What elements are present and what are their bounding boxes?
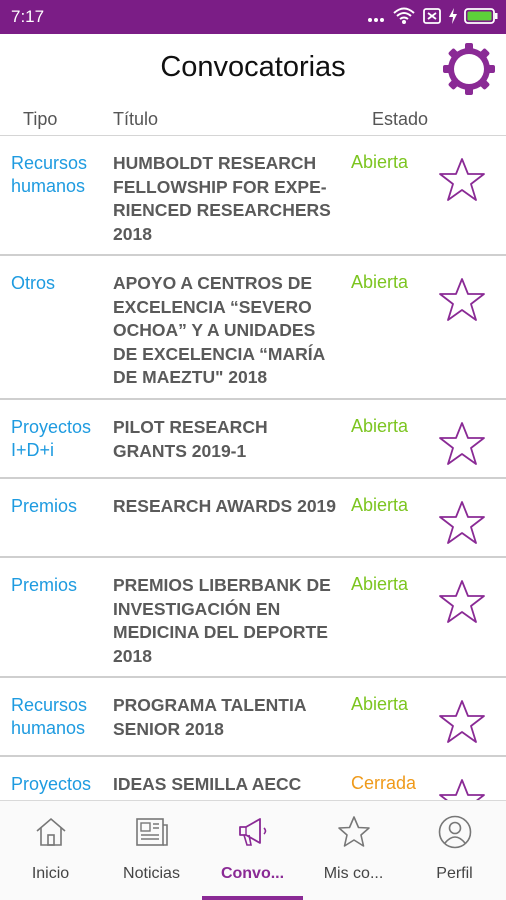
favorite-star-icon[interactable]	[437, 698, 487, 746]
column-titulo: Título	[113, 109, 159, 129]
tab-convocatorias[interactable]: Convo...	[202, 801, 303, 900]
item-tipo: Recursos humanos	[11, 695, 88, 738]
tab-perfil[interactable]: Perfil	[404, 801, 505, 900]
item-titulo: IDEAS SEMILLA AECC	[113, 774, 302, 794]
status-icons	[366, 6, 498, 31]
favorite-star-icon[interactable]	[437, 276, 487, 324]
item-tipo: Recursos humanos	[11, 153, 88, 196]
list-item[interactable]: Proyectos I+D+i PILOT RESEARCH GRANTS 20…	[0, 400, 506, 479]
item-tipo: Proyectos I+D+i	[11, 417, 92, 460]
status-bar: 7:17	[0, 0, 506, 34]
user-icon	[437, 814, 473, 850]
tab-label: Perfil	[436, 865, 473, 882]
sim-blocked-icon	[422, 6, 442, 31]
item-estado: Abierta	[351, 574, 409, 594]
item-tipo: Premios	[11, 575, 78, 595]
item-titulo: RESEARCH AWARDS 2019	[113, 496, 337, 516]
bottom-tab-bar: Inicio Noticias Convo... Mis co... Perfi…	[0, 800, 506, 900]
star-icon	[336, 814, 372, 850]
item-estado: Abierta	[351, 495, 409, 515]
active-tab-indicator	[202, 896, 303, 900]
item-titulo: PILOT RESEARCH GRANTS 2019-1	[113, 417, 268, 461]
item-estado: Abierta	[351, 272, 409, 292]
column-estado: Estado	[372, 109, 429, 129]
favorite-star-icon[interactable]	[437, 156, 487, 204]
list-item[interactable]: Recursos humanos PROGRAMA TALENTIA SENIO…	[0, 678, 506, 757]
page-title: Convocatorias	[160, 51, 346, 83]
item-titulo: PREMIOS LIBERBANK DE INVESTIGACIÓN EN ME…	[113, 575, 331, 666]
home-icon	[33, 814, 69, 850]
charging-icon	[448, 6, 458, 31]
item-estado: Cerrada	[351, 773, 417, 793]
favorite-star-icon[interactable]	[437, 420, 487, 468]
list-item[interactable]: Proyectos IDEAS SEMILLA AECC Cerrada	[0, 757, 506, 800]
tab-label: Noticias	[123, 865, 180, 882]
megaphone-icon	[235, 814, 271, 850]
item-estado: Abierta	[351, 416, 409, 436]
item-tipo: Otros	[11, 273, 56, 293]
list-item[interactable]: Premios RESEARCH AWARDS 2019 Abierta	[0, 479, 506, 558]
tab-label: Inicio	[31, 865, 70, 882]
item-titulo: APOYO A CENTROS DE EXCELENCIA “SEVERO OC…	[113, 273, 325, 387]
item-tipo: Proyectos	[11, 774, 92, 794]
column-tipo: Tipo	[23, 109, 58, 129]
list-item[interactable]: Recursos humanos HUMBOLDT RESEARCH FELLO…	[0, 136, 506, 256]
app-header: Convocatorias	[0, 34, 506, 102]
favorite-star-icon[interactable]	[437, 578, 487, 626]
favorite-star-icon[interactable]	[437, 777, 487, 800]
item-tipo: Premios	[11, 496, 78, 516]
list-item[interactable]: Premios PREMIOS LIBERBANK DE INVESTIGACI…	[0, 558, 506, 678]
convocatorias-list[interactable]: Recursos humanos HUMBOLDT RESEARCH FELLO…	[0, 136, 506, 800]
item-estado: Abierta	[351, 694, 409, 714]
newspaper-icon	[134, 814, 170, 850]
gear-icon[interactable]	[443, 43, 495, 95]
item-titulo: PROGRAMA TALENTIA SENIOR 2018	[113, 695, 306, 739]
favorite-star-icon[interactable]	[437, 499, 487, 547]
wifi-icon	[392, 6, 416, 31]
item-estado: Abierta	[351, 152, 409, 172]
status-time: 7:17	[11, 7, 45, 26]
list-item[interactable]: Otros APOYO A CENTROS DE EXCELENCIA “SEV…	[0, 256, 506, 400]
tab-noticias[interactable]: Noticias	[101, 801, 202, 900]
tab-mis-convocatorias[interactable]: Mis co...	[303, 801, 404, 900]
item-titulo: HUMBOLDT RESEARCH FELLOWSHIP FOR EXPE-RI…	[113, 153, 331, 244]
tab-label: Convo...	[220, 865, 285, 882]
more-dots-icon	[366, 6, 386, 31]
tab-inicio[interactable]: Inicio	[0, 801, 101, 900]
battery-icon	[464, 6, 498, 31]
tab-label: Mis co...	[323, 865, 384, 882]
column-headers: Tipo Título Estado	[0, 102, 506, 136]
